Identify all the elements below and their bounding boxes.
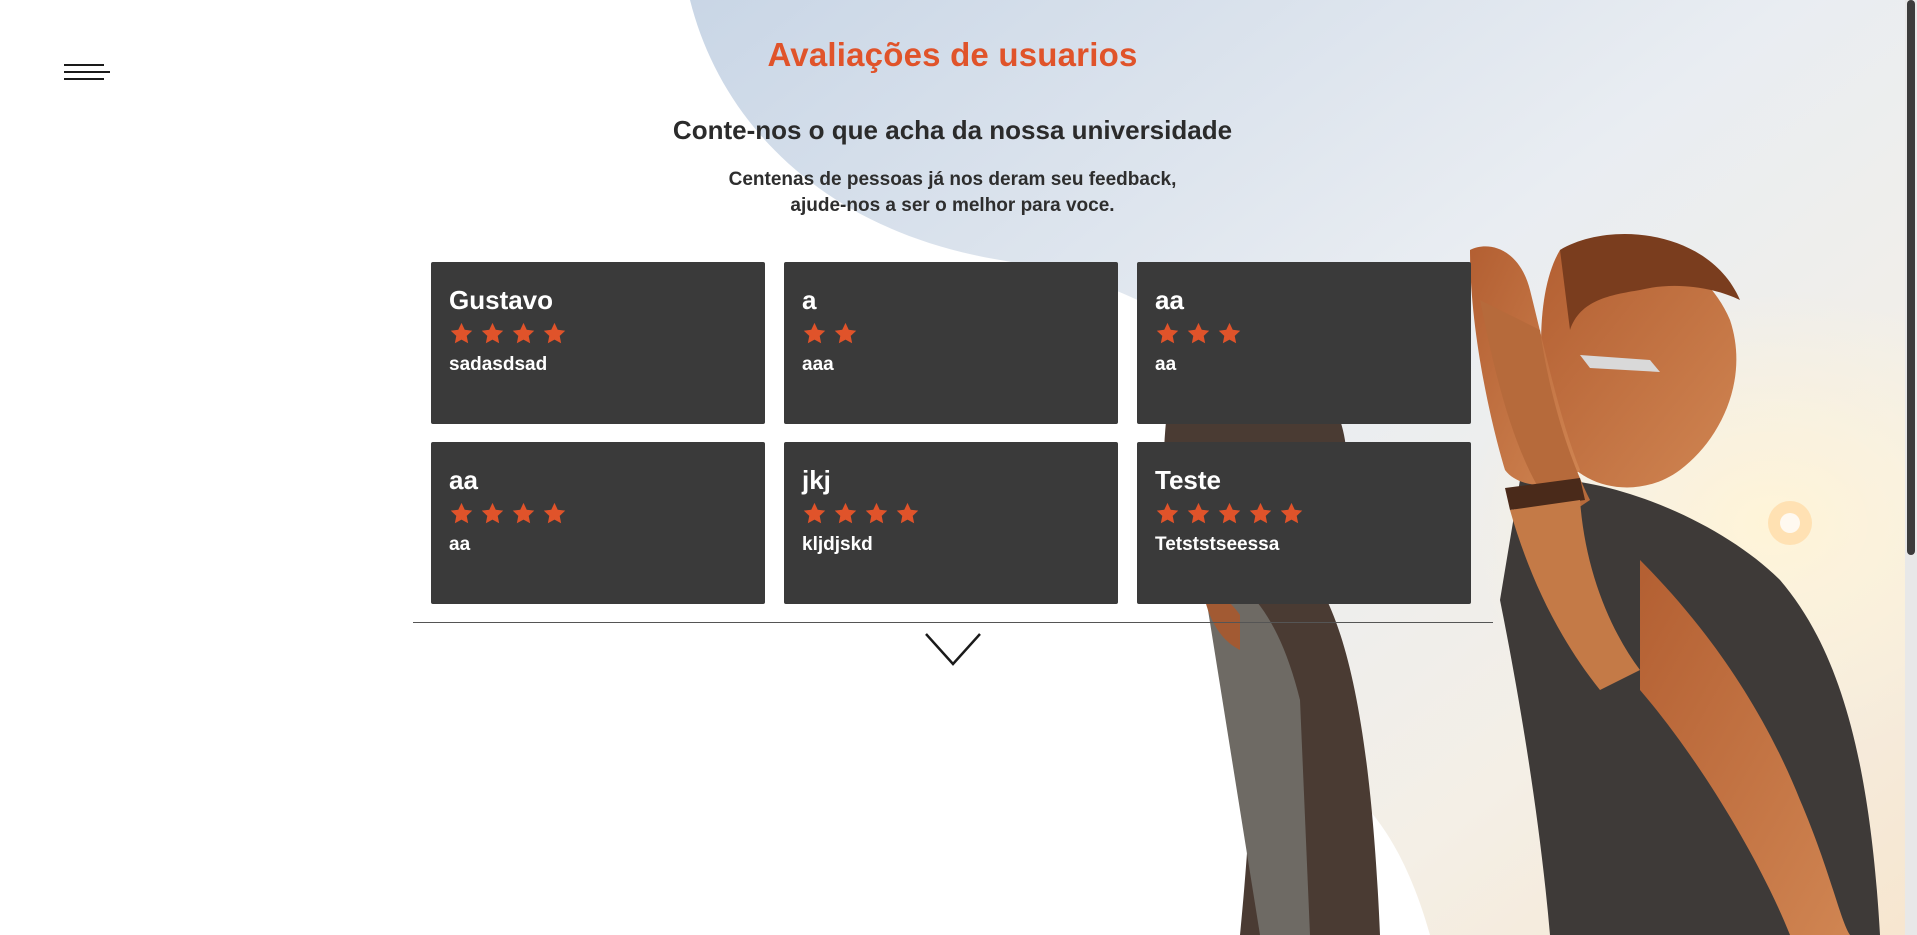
- page-title: Avaliações de usuarios: [767, 36, 1138, 73]
- star-icon: [480, 321, 505, 346]
- star-icon: [802, 321, 827, 346]
- star-icon: [542, 321, 567, 346]
- star-icon: [1217, 501, 1242, 526]
- star-icon: [511, 501, 536, 526]
- star-icon: [1248, 501, 1273, 526]
- review-card[interactable]: Teste Tetststseessa: [1137, 442, 1471, 604]
- star-icon: [542, 501, 567, 526]
- page: Avaliações de usuarios Conte-nos o que a…: [0, 0, 1917, 935]
- reviews-grid: Gustavo sadasdsad a aaa aa aa aa aa jkj …: [431, 262, 1471, 604]
- star-icon: [864, 501, 889, 526]
- star-icon: [1279, 501, 1304, 526]
- review-comment: aa: [449, 534, 471, 555]
- star-icon: [802, 501, 827, 526]
- review-comment: sadasdsad: [449, 354, 548, 375]
- star-icon: [449, 321, 474, 346]
- star-rating: [449, 318, 747, 348]
- star-rating: [1155, 498, 1453, 528]
- reviewer-name: a: [802, 285, 817, 315]
- review-comment: aa: [1155, 354, 1177, 375]
- page-scrollbar[interactable]: [1905, 0, 1917, 935]
- review-comment: aaa: [802, 354, 834, 375]
- star-icon: [1155, 501, 1180, 526]
- review-card[interactable]: a aaa: [784, 262, 1118, 424]
- section-divider: [413, 622, 1493, 623]
- star-icon: [1155, 321, 1180, 346]
- star-icon: [895, 501, 920, 526]
- reviewer-name: aa: [1155, 285, 1184, 315]
- star-rating: [449, 498, 747, 528]
- star-icon: [833, 501, 858, 526]
- star-icon: [480, 501, 505, 526]
- review-card[interactable]: aa aa: [431, 442, 765, 604]
- star-icon: [1217, 321, 1242, 346]
- star-rating: [802, 318, 1100, 348]
- star-rating: [802, 498, 1100, 528]
- star-rating: [1155, 318, 1453, 348]
- page-subtitle: Conte-nos o que acha da nossa universida…: [672, 115, 1233, 145]
- reviewer-name: aa: [449, 465, 478, 495]
- reviewer-name: jkj: [802, 465, 831, 495]
- review-comment: Tetststseessa: [1155, 534, 1280, 555]
- menu-line: [64, 78, 104, 80]
- reviewer-name: Gustavo: [449, 285, 554, 315]
- star-icon: [511, 321, 536, 346]
- star-icon: [833, 321, 858, 346]
- chevron-down-graphic: [925, 633, 981, 666]
- review-card[interactable]: jkj kljdjskd: [784, 442, 1118, 604]
- star-icon: [1186, 501, 1211, 526]
- description-line-2: ajude-nos a ser o melhor para voce.: [790, 195, 1115, 216]
- star-icon: [1186, 321, 1211, 346]
- star-icon: [449, 501, 474, 526]
- review-comment: kljdjskd: [802, 534, 873, 555]
- description-line-1: Centenas de pessoas já nos deram seu fee…: [728, 169, 1177, 190]
- review-card[interactable]: Gustavo sadasdsad: [431, 262, 765, 424]
- reviewer-name: Teste: [1155, 465, 1221, 495]
- page-description: Centenas de pessoas já nos deram seu fee…: [0, 167, 1905, 219]
- scrollbar-thumb[interactable]: [1907, 0, 1915, 555]
- review-card[interactable]: aa aa: [1137, 262, 1471, 424]
- chevron-down-icon[interactable]: [924, 632, 982, 668]
